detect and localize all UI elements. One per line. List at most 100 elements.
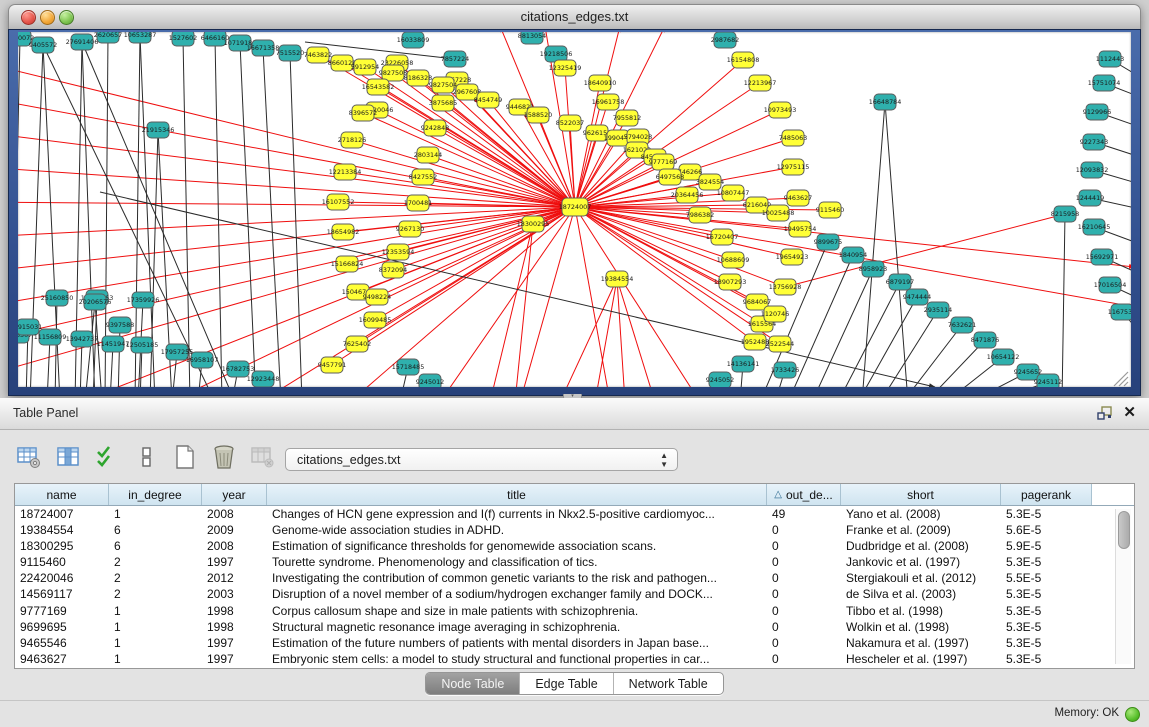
graph-node[interactable]: 2718126	[338, 132, 366, 148]
table-row[interactable]: 977716911998Corpus callosum shape and si…	[15, 603, 1134, 619]
graph-node[interactable]: 7625402	[343, 336, 371, 352]
graph-node[interactable]: 16033809	[397, 32, 430, 48]
graph-node[interactable]: 8215958	[1051, 206, 1079, 222]
zoom-window-icon[interactable]	[59, 10, 74, 25]
select-all-button[interactable]	[92, 441, 122, 473]
table-cell[interactable]: 9465546	[15, 635, 109, 651]
graph-node[interactable]: 9129966	[1083, 104, 1111, 120]
memory-ok-icon[interactable]	[1125, 707, 1140, 722]
graph-node[interactable]: 2987682	[711, 32, 739, 48]
graph-node[interactable]: 8471876	[971, 332, 999, 348]
graph-node[interactable]: 2803144	[414, 147, 442, 163]
table-row[interactable]: 1830029562008Estimation of significance …	[15, 538, 1134, 554]
graph-node[interactable]: 7485063	[779, 130, 807, 146]
table-cell[interactable]: Estimation of the future numbers of pati…	[267, 635, 767, 651]
table-cell[interactable]: 5.3E-5	[1001, 554, 1092, 570]
scrollbar-thumb[interactable]	[1118, 511, 1130, 549]
graph-node[interactable]: 9405572	[29, 37, 57, 53]
graph-node[interactable]: 9474444	[903, 289, 931, 305]
table-cell[interactable]: 2009	[202, 522, 267, 538]
graph-node[interactable]: 19384554	[601, 271, 634, 287]
table-cell[interactable]: Changes of HCN gene expression and I(f) …	[267, 506, 767, 522]
graph-node[interactable]: 2522544	[766, 336, 794, 352]
graph-node[interactable]: 9245112	[1034, 374, 1062, 387]
graph-node[interactable]: 18724007	[559, 198, 592, 216]
table-cell[interactable]: 0	[767, 603, 841, 619]
graph-node[interactable]: 8372094	[379, 262, 407, 278]
graph-node[interactable]: 1167535	[1108, 304, 1131, 320]
graph-node[interactable]: 10654122	[987, 349, 1020, 365]
table-cell[interactable]: Dudbridge et al. (2008)	[841, 538, 1001, 554]
graph-node[interactable]: 1527602	[169, 32, 197, 46]
graph-node[interactable]: 7632621	[948, 317, 976, 333]
table-cell[interactable]: 2	[109, 586, 202, 602]
graph-node[interactable]: 9245052	[706, 372, 734, 387]
table-cell[interactable]: 6	[109, 522, 202, 538]
column-header-short[interactable]: short	[841, 484, 1001, 505]
table-cell[interactable]: 22420046	[15, 570, 109, 586]
graph-node[interactable]: 18640910	[584, 75, 617, 91]
table-cell[interactable]: 5.6E-5	[1001, 522, 1092, 538]
resize-grip-icon[interactable]	[1114, 372, 1128, 386]
graph-node[interactable]: 21915346	[142, 122, 175, 138]
table-row[interactable]: 969969511998Structural magnetic resonanc…	[15, 619, 1134, 635]
table-cell[interactable]: 9699695	[15, 619, 109, 635]
close-panel-icon[interactable]: ✕	[1123, 403, 1136, 421]
table-cell[interactable]: 1	[109, 619, 202, 635]
table-cell[interactable]: 5.5E-5	[1001, 570, 1092, 586]
table-cell[interactable]: Wolkin et al. (1998)	[841, 619, 1001, 635]
table-cell[interactable]: 1998	[202, 619, 267, 635]
graph-node[interactable]: 9267130	[396, 221, 424, 237]
graph-node[interactable]: 1840954	[839, 247, 867, 263]
graph-node[interactable]: 9457791	[318, 357, 346, 373]
graph-node[interactable]: 12353594	[382, 244, 415, 260]
table-cell[interactable]: 9463627	[15, 651, 109, 667]
table-cell[interactable]: Corpus callosum shape and size in male p…	[267, 603, 767, 619]
graph-node[interactable]: 19654923	[776, 249, 809, 265]
window-titlebar[interactable]: citations_edges.txt	[8, 4, 1141, 30]
new-file-button[interactable]	[170, 441, 200, 473]
table-cell[interactable]: Genome-wide association studies in ADHD.	[267, 522, 767, 538]
table-cell[interactable]: 18300295	[15, 538, 109, 554]
graph-node[interactable]: 7857224	[441, 51, 469, 67]
table-cell[interactable]: 5.3E-5	[1001, 586, 1092, 602]
table-row[interactable]: 1872400712008Changes of HCN gene express…	[15, 506, 1134, 522]
column-header-pagerank[interactable]: pagerank	[1001, 484, 1092, 505]
graph-node[interactable]: 11451947	[97, 336, 130, 352]
graph-node[interactable]: 9227343	[1080, 134, 1108, 150]
graph-node[interactable]: 3875685	[429, 95, 457, 111]
table-cell[interactable]: Structural magnetic resonance image aver…	[267, 619, 767, 635]
graph-node[interactable]: 7955812	[613, 110, 641, 126]
graph-node[interactable]: 12093832	[1076, 162, 1109, 178]
graph-node[interactable]: 15166824	[331, 256, 364, 272]
graph-node[interactable]: 20364456	[671, 187, 704, 203]
column-header-name[interactable]: name	[15, 484, 109, 505]
graph-node[interactable]: 9498224	[363, 289, 391, 305]
graph-node[interactable]: 10807447	[717, 185, 750, 201]
graph-node[interactable]: 8958923	[859, 261, 887, 277]
graph-node[interactable]: 9463627	[784, 190, 812, 206]
graph-node[interactable]: 12923448	[247, 371, 280, 387]
graph-node[interactable]: 1588520	[524, 107, 552, 123]
graph-node[interactable]: 9115460	[816, 202, 844, 218]
tab-network-table[interactable]: Network Table	[613, 673, 723, 694]
table-cell[interactable]: Stergiakouli et al. (2012)	[841, 570, 1001, 586]
graph-node[interactable]: 17359926	[127, 292, 160, 308]
table-cell[interactable]: 1	[109, 603, 202, 619]
graph-node[interactable]: 1244419	[1076, 190, 1104, 206]
graph-node[interactable]: 15751074	[1088, 75, 1121, 91]
column-header-year[interactable]: year	[202, 484, 267, 505]
table-cell[interactable]: 1	[109, 651, 202, 667]
graph-node[interactable]: 16107552	[322, 194, 355, 210]
graph-node[interactable]: 1733426	[771, 362, 799, 378]
table-cell[interactable]: 5.9E-5	[1001, 538, 1092, 554]
table-cell[interactable]: 5.3E-5	[1001, 619, 1092, 635]
column-header-out-degree[interactable]: △ out_de...	[767, 484, 841, 505]
graph-node[interactable]: 8427552	[409, 169, 437, 185]
graph-node[interactable]: 9397588	[106, 317, 134, 333]
table-cell[interactable]: Hescheler et al. (1997)	[841, 651, 1001, 667]
tab-node-table[interactable]: Node Table	[426, 673, 519, 694]
table-cell[interactable]: Embryonic stem cells: a model to study s…	[267, 651, 767, 667]
graph-node[interactable]: 16961758	[592, 94, 625, 110]
graph-node[interactable]: 18300295	[517, 216, 550, 232]
